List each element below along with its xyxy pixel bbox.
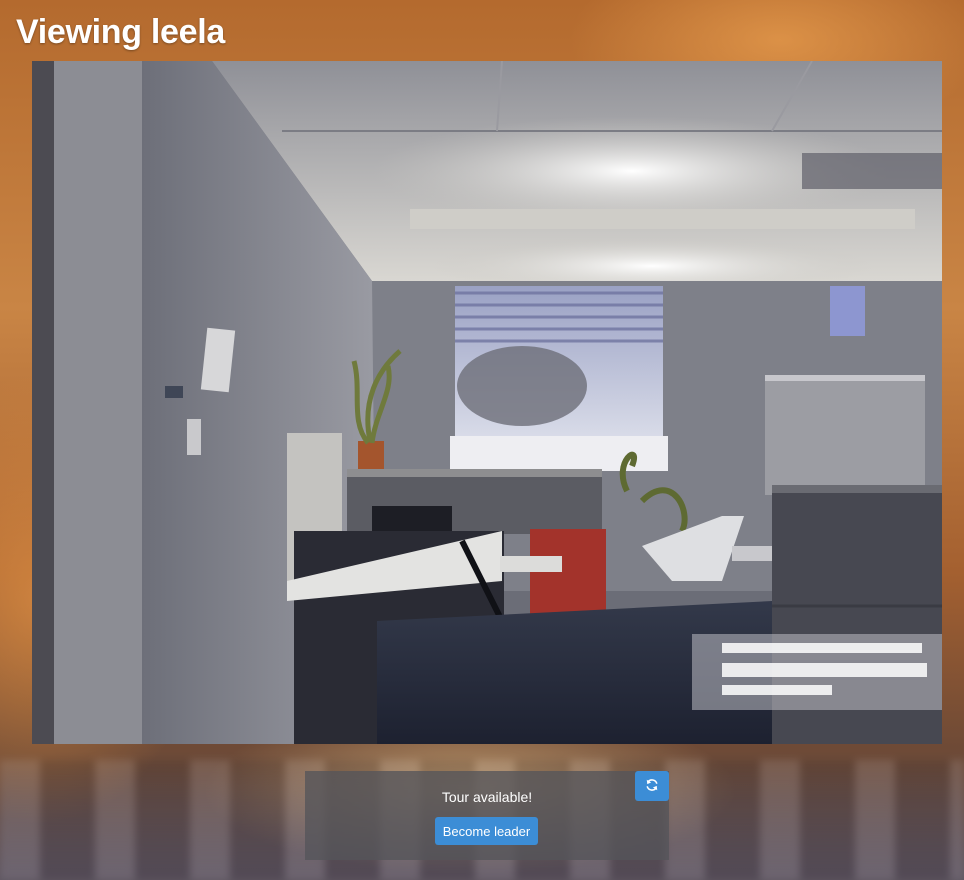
camera-scene-image [32, 61, 942, 744]
page-title: Viewing leela [16, 13, 226, 51]
refresh-icon [645, 778, 659, 795]
tour-status-text: Tour available! [441, 789, 533, 805]
camera-video-feed [32, 61, 942, 744]
tour-panel: Tour available! Become leader [305, 771, 669, 860]
refresh-button[interactable] [635, 771, 669, 801]
become-leader-button[interactable]: Become leader [435, 817, 538, 845]
